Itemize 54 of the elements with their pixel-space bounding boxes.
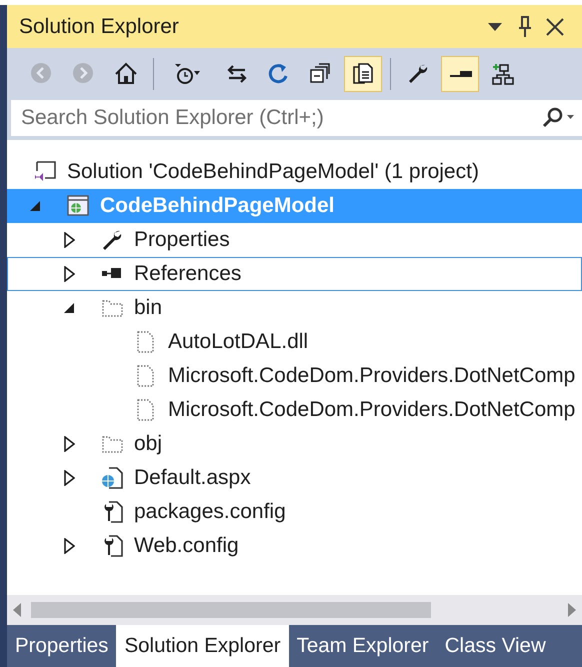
tab[interactable]: Team Explorer [288,625,437,667]
collapsed-arrow-icon[interactable] [64,538,75,554]
tree-item[interactable]: Solution 'CodeBehindPageModel' (1 project) [7,155,582,189]
expanded-arrow-icon[interactable] [64,303,74,313]
tree-item[interactable]: Microsoft.CodeDom.Providers.DotNetComp [7,359,582,393]
scroll-right-icon[interactable] [568,603,576,617]
item-label: Microsoft.CodeDom.Providers.DotNetComp [168,398,576,422]
window-title: Solution Explorer [19,14,180,38]
close-icon[interactable] [546,18,564,36]
horizontal-scrollbar[interactable] [7,595,582,625]
tree-item[interactable]: obj [7,427,582,461]
item-label: Microsoft.CodeDom.Providers.DotNetComp [168,364,576,388]
scroll-left-icon[interactable] [13,603,21,617]
item-label: Properties [134,228,230,252]
documents-icon[interactable] [351,62,375,86]
tree-item[interactable]: References [7,257,582,291]
tree-item[interactable]: Web.config [7,529,582,563]
item-label: bin [134,296,162,320]
item-label: AutoLotDAL.dll [168,330,308,354]
collapsed-arrow-icon[interactable] [64,470,75,486]
collapsed-arrow-icon[interactable] [64,266,75,282]
collapse-all-icon[interactable] [309,62,333,86]
tab[interactable]: Solution Explorer [116,625,289,667]
search-icon[interactable] [542,107,574,129]
class-diagram-icon[interactable] [490,62,514,86]
item-label: Web.config [134,534,239,558]
pin-icon[interactable] [518,16,532,38]
search-input[interactable]: Search Solution Explorer (Ctrl+;) [19,105,542,131]
preview-button[interactable] [441,56,479,92]
item-label: CodeBehindPageModel [100,194,335,218]
item-label: References [134,262,242,286]
tree-item[interactable]: bin [7,291,582,325]
scroll-thumb[interactable] [31,602,431,618]
item-label: obj [134,432,162,456]
collapsed-arrow-icon[interactable] [64,232,75,248]
web-file-icon [100,466,124,490]
web-project-icon [66,194,90,218]
collapsed-arrow-icon[interactable] [64,436,75,452]
tab[interactable]: Properties [7,625,116,667]
item-label: packages.config [134,500,286,524]
search-field[interactable]: Search Solution Explorer (Ctrl+;) [11,100,582,136]
tree-item[interactable]: Default.aspx [7,461,582,495]
item-label: Solution 'CodeBehindPageModel' (1 project) [67,160,479,184]
tree-item[interactable]: Properties [7,223,582,257]
item-label: Default.aspx [134,466,251,490]
tab[interactable]: Class View [436,625,554,667]
tree-item[interactable]: Microsoft.CodeDom.Providers.DotNetComp [7,393,582,427]
dropdown-icon[interactable] [488,22,502,30]
expanded-arrow-icon[interactable] [30,201,40,211]
home-icon[interactable] [114,62,138,86]
tree-item[interactable]: packages.config [7,495,582,529]
documents-button[interactable] [344,56,382,92]
clock-icon[interactable] [174,62,202,86]
tree-item[interactable]: AutoLotDAL.dll [7,325,582,359]
